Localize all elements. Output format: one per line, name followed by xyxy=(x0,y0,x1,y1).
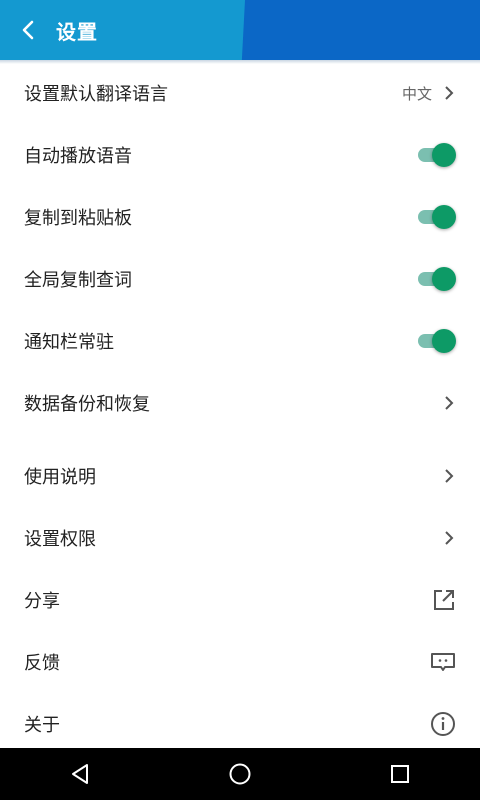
setting-label: 复制到粘贴板 xyxy=(24,208,132,229)
setting-label: 关于 xyxy=(24,715,60,736)
auto-play-voice-toggle[interactable] xyxy=(418,141,456,169)
feedback-icon xyxy=(431,653,455,671)
back-button[interactable] xyxy=(2,0,54,60)
setting-about[interactable]: 关于 xyxy=(0,693,480,755)
setting-label: 数据备份和恢复 xyxy=(24,394,150,415)
setting-permissions[interactable]: 设置权限 xyxy=(0,507,480,569)
setting-auto-play-voice[interactable]: 自动播放语音 xyxy=(0,124,480,186)
nav-back-button[interactable] xyxy=(50,748,110,800)
setting-label: 自动播放语音 xyxy=(24,146,132,167)
nav-home-button[interactable] xyxy=(210,748,270,800)
notification-resident-toggle[interactable] xyxy=(418,327,456,355)
toggle-knob xyxy=(432,329,456,353)
app-header: 设置 xyxy=(0,0,480,60)
setting-label: 设置权限 xyxy=(24,529,96,550)
setting-share[interactable]: 分享 xyxy=(0,569,480,631)
toggle-knob xyxy=(432,205,456,229)
nav-recents-button[interactable] xyxy=(370,748,430,800)
setting-backup-restore[interactable]: 数据备份和恢复 xyxy=(0,372,480,434)
copy-to-clipboard-toggle[interactable] xyxy=(418,203,456,231)
chevron-right-icon xyxy=(445,396,454,410)
chevron-left-icon xyxy=(22,20,34,40)
setting-label: 反馈 xyxy=(24,653,60,674)
setting-label: 全局复制查词 xyxy=(24,270,132,291)
info-icon xyxy=(431,712,455,736)
setting-label: 分享 xyxy=(24,591,60,612)
chevron-right-icon xyxy=(445,86,454,100)
chevron-right-icon xyxy=(445,469,454,483)
setting-value: 中文 xyxy=(401,84,432,103)
chevron-right-icon xyxy=(445,531,454,545)
home-circle-icon xyxy=(229,763,251,785)
setting-label: 设置默认翻译语言 xyxy=(24,84,168,105)
global-copy-lookup-toggle[interactable] xyxy=(418,265,456,293)
system-nav-bar xyxy=(0,748,480,800)
share-icon xyxy=(434,590,454,610)
setting-instructions[interactable]: 使用说明 xyxy=(0,445,480,507)
setting-label: 通知栏常驻 xyxy=(24,332,114,353)
toggle-knob xyxy=(432,267,456,291)
page-title: 设置 xyxy=(56,19,98,44)
setting-notification-resident[interactable]: 通知栏常驻 xyxy=(0,310,480,372)
settings-list: 设置默认翻译语言 中文 自动播放语音 复制到粘贴板 全局复制查词 通知栏常驻 数… xyxy=(0,62,480,755)
setting-global-copy-lookup[interactable]: 全局复制查词 xyxy=(0,248,480,310)
setting-label: 使用说明 xyxy=(24,467,96,488)
setting-feedback[interactable]: 反馈 xyxy=(0,631,480,693)
setting-default-language[interactable]: 设置默认翻译语言 中文 xyxy=(0,62,480,124)
toggle-knob xyxy=(432,143,456,167)
setting-copy-to-clipboard[interactable]: 复制到粘贴板 xyxy=(0,186,480,248)
back-triangle-icon xyxy=(72,764,88,784)
recents-square-icon xyxy=(391,765,409,783)
